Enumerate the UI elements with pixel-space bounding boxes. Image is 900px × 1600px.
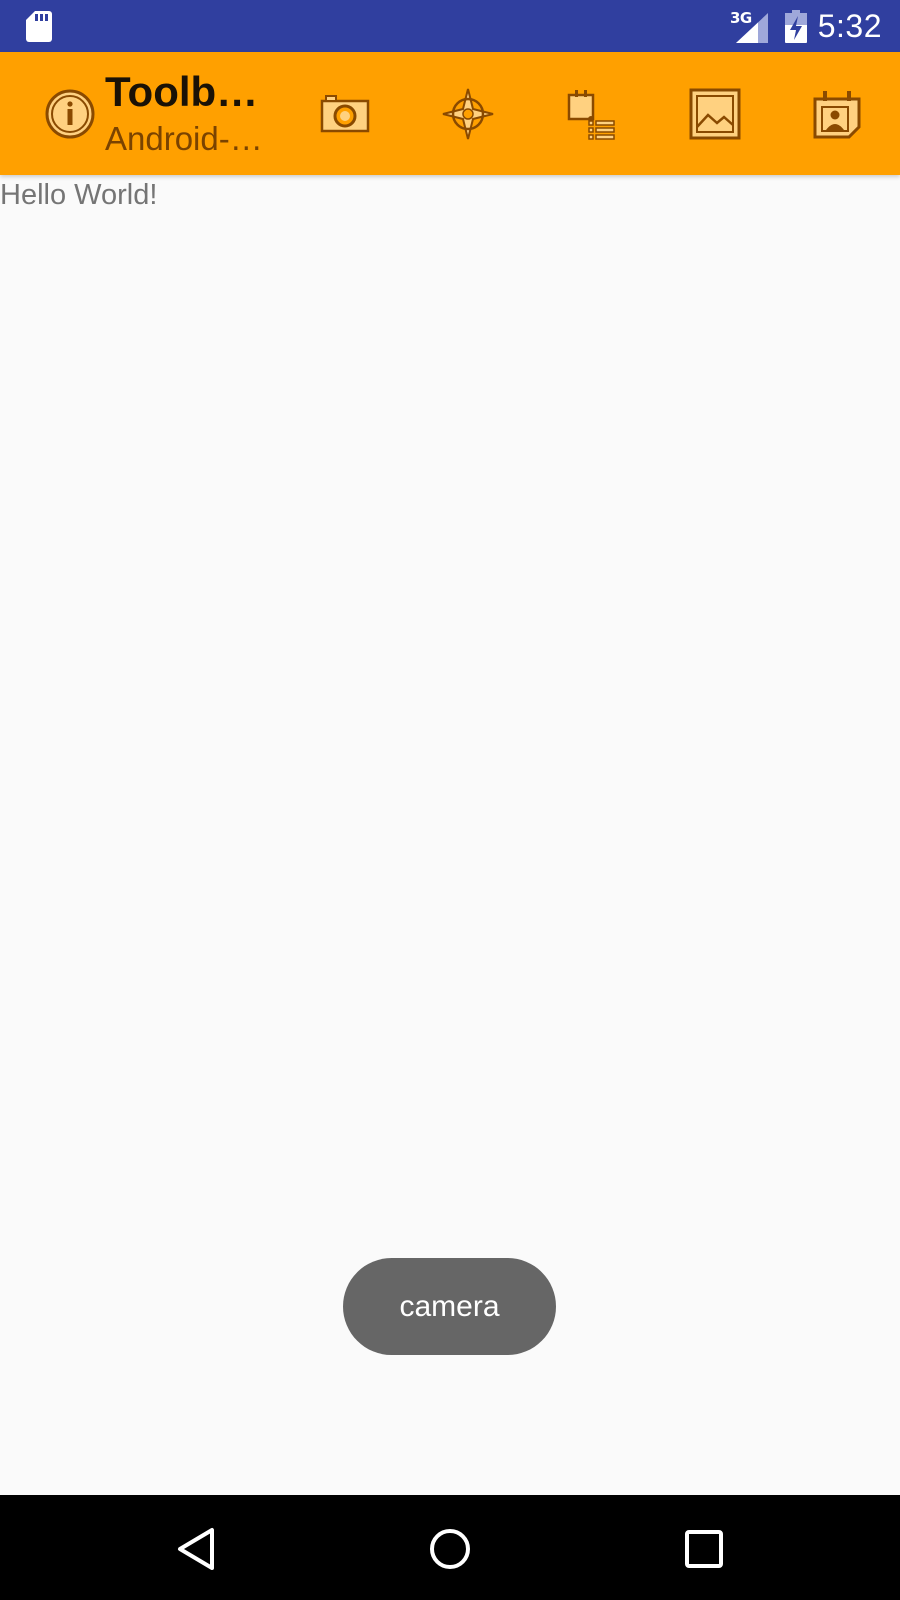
home-icon[interactable] (426, 1525, 474, 1573)
camera-icon (320, 95, 370, 133)
camera-button[interactable] (313, 82, 377, 146)
hello-world-text: Hello World! (0, 179, 158, 211)
navigation-icon (442, 88, 494, 140)
battery-charging-icon (785, 10, 807, 43)
toolbar-title-block: Toolb… Android-… (105, 66, 275, 160)
toast-message: camera (343, 1258, 556, 1355)
signal-strength-icon (736, 13, 768, 43)
info-icon (45, 89, 95, 139)
navigation-bar (0, 1495, 900, 1600)
image-icon (689, 88, 741, 140)
navigation-button[interactable] (436, 82, 500, 146)
toolbar-title: Toolb… (105, 68, 259, 115)
calendar-contact-button[interactable] (806, 82, 870, 146)
info-button[interactable] (38, 82, 102, 146)
task-list-button[interactable] (560, 82, 624, 146)
toolbar-subtitle: Android-… (105, 120, 263, 157)
calendar-contact-icon (813, 91, 861, 139)
recents-icon[interactable] (680, 1525, 728, 1573)
toolbar: Toolb… Android-… (0, 52, 900, 175)
status-time: 5:32 (817, 8, 882, 44)
back-icon[interactable] (174, 1525, 222, 1573)
status-bar: 3G 5:32 (0, 0, 900, 52)
toast-text: camera (399, 1289, 500, 1323)
task-list-icon (567, 90, 615, 140)
image-button[interactable] (683, 82, 747, 146)
sd-card-icon (26, 11, 52, 42)
